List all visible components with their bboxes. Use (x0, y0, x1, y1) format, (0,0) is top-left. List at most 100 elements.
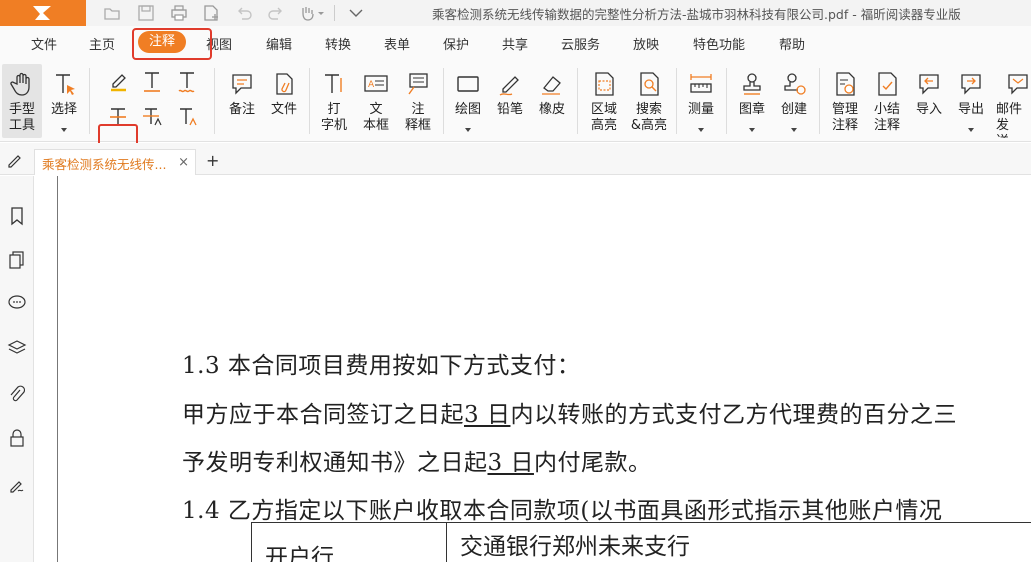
textbox-icon: A (364, 75, 388, 92)
final-payment-days-underlined: 3 日 (487, 450, 534, 476)
title-bar: 乘客检测系统无线传输数据的完整性分析方法-盐城市羽林科技有限公司.pdf - 福… (0, 0, 1031, 26)
note-icon (232, 74, 252, 95)
textbox-button[interactable]: A 文 本框 (356, 64, 396, 138)
comments-icon[interactable] (7, 293, 27, 313)
eraser-icon (542, 76, 561, 95)
manage-comments-icon (836, 72, 855, 96)
document-clause-1-3: 1.3 本合同项目费用按如下方式支付： (182, 353, 581, 379)
export-button[interactable]: 导出 (950, 64, 992, 138)
create-stamp-label: 创建 (780, 102, 807, 117)
menu-tab-edit[interactable]: 编辑 (266, 34, 292, 53)
callout-button[interactable]: 注 释框 (398, 64, 438, 138)
payment-days-underlined: 3 日 (464, 402, 511, 428)
signature-icon[interactable] (7, 474, 27, 494)
note-label: 备注 (228, 102, 255, 117)
ribbon-separator (89, 68, 90, 134)
pencil-label: 铅笔 (496, 102, 523, 117)
annotate-tab-emphasis-box (132, 28, 212, 60)
summarize-comments-label: 小结 注释 (873, 102, 900, 133)
customize-icon[interactable] (346, 3, 366, 23)
rectangle-drawing-icon (457, 76, 479, 92)
select-dropdown-caret[interactable] (61, 128, 67, 132)
table-value-bank: 交通银行郑州未来支行 (460, 534, 690, 560)
attachment-icon[interactable] (7, 384, 27, 404)
stamp-button[interactable]: 图章 (732, 64, 772, 138)
menu-tab-file[interactable]: 文件 (31, 34, 57, 53)
page-left-edge (57, 176, 58, 562)
menu-bar: 文件 主页 注释 视图 编辑 转换 表单 保护 共享 云服务 放映 特色功能 帮… (0, 26, 1031, 60)
squiggly-text-icon[interactable] (174, 68, 200, 94)
bookmark-icon[interactable] (7, 206, 27, 226)
menu-tab-convert[interactable]: 转换 (325, 34, 351, 53)
measure-dropdown-caret[interactable] (698, 128, 704, 132)
open-icon[interactable] (102, 3, 122, 23)
drawing-dropdown-caret[interactable] (465, 128, 471, 132)
import-icon (919, 74, 939, 95)
stamp-dropdown-caret[interactable] (749, 128, 755, 132)
highlight-icon[interactable] (105, 68, 131, 94)
quick-access-divider (334, 5, 335, 21)
ribbon-separator (676, 68, 677, 134)
menu-tab-share[interactable]: 共享 (502, 34, 528, 53)
new-tab-button[interactable]: + (206, 151, 219, 170)
new-icon[interactable] (201, 3, 221, 23)
print-icon[interactable] (169, 3, 189, 23)
manage-comments-label: 管理 注释 (831, 102, 858, 133)
pencil-button[interactable]: 铅笔 (490, 64, 530, 138)
eraser-button[interactable]: 橡皮 (532, 64, 572, 138)
ribbon-separator (214, 68, 215, 134)
search-highlight-icon (640, 72, 659, 96)
file-attachment-button[interactable]: 文件 (264, 64, 304, 138)
navigation-sidebar (0, 176, 34, 562)
undo-icon[interactable] (234, 3, 254, 23)
summarize-comments-button[interactable]: 小结 注释 (866, 64, 908, 138)
security-lock-icon[interactable] (7, 428, 27, 448)
manage-comments-button[interactable]: 管理 注释 (824, 64, 866, 138)
file-attachment-icon (276, 73, 293, 95)
redo-icon[interactable] (266, 3, 286, 23)
hand-tool-button[interactable]: 手型 工具 (2, 64, 42, 138)
payment-text-b: 内以转账的方式支付乙方代理费的百分之三 (510, 402, 957, 428)
final-payment-text-a: 予发明专利权通知书》之日起 (182, 450, 488, 476)
import-button[interactable]: 导入 (908, 64, 950, 138)
app-logo[interactable] (0, 0, 86, 26)
search-highlight-button[interactable]: 搜索 &高亮 (627, 64, 671, 138)
note-button[interactable]: 备注 (222, 64, 262, 138)
typewriter-button[interactable]: 打 字机 (314, 64, 354, 138)
menu-tab-help[interactable]: 帮助 (779, 34, 805, 53)
create-dropdown-caret[interactable] (791, 128, 797, 132)
menu-tab-home[interactable]: 主页 (89, 34, 115, 53)
area-highlight-icon (595, 72, 614, 96)
hand-dropdown-icon[interactable] (298, 3, 326, 23)
document-clause-1-4: 1.4 乙方指定以下账户收取本合同款项(以书面具函形式指示其他账户情况 (182, 498, 943, 524)
underline-text-icon[interactable] (139, 68, 165, 94)
menu-tab-features[interactable]: 特色功能 (693, 34, 745, 53)
document-tab[interactable]: 乘客检测系统无线传... × (34, 149, 196, 175)
email-fdf-button[interactable]: 邮件发 送FDF (992, 64, 1031, 138)
area-highlight-button[interactable]: 区域 高亮 (583, 64, 625, 138)
menu-tab-form[interactable]: 表单 (384, 34, 410, 53)
save-icon[interactable] (136, 3, 156, 23)
typewriter-icon (325, 74, 342, 93)
email-fdf-label: 邮件发 送FDF (996, 102, 1023, 138)
measure-label: 测量 (687, 102, 714, 117)
textbox-label: 文 本框 (362, 102, 389, 133)
create-stamp-button[interactable]: 创建 (774, 64, 814, 138)
insert-text-icon[interactable] (174, 104, 200, 130)
close-tab-icon[interactable]: × (178, 155, 189, 170)
stamp-label: 图章 (738, 102, 765, 117)
export-icon (961, 74, 981, 95)
layers-icon[interactable] (7, 338, 27, 358)
export-dropdown-caret[interactable] (968, 128, 974, 132)
replace-text-icon[interactable] (139, 104, 165, 130)
select-button[interactable]: 选择 (44, 64, 84, 138)
pencil-icon (499, 76, 519, 96)
menu-tab-cloud[interactable]: 云服务 (561, 34, 600, 53)
measure-button[interactable]: 测量 (681, 64, 721, 138)
edit-pen-icon[interactable] (6, 151, 24, 169)
ribbon-separator (443, 68, 444, 134)
menu-tab-protect[interactable]: 保护 (443, 34, 469, 53)
drawing-button[interactable]: 绘图 (448, 64, 488, 138)
pages-icon[interactable] (7, 250, 27, 270)
menu-tab-present[interactable]: 放映 (633, 34, 659, 53)
